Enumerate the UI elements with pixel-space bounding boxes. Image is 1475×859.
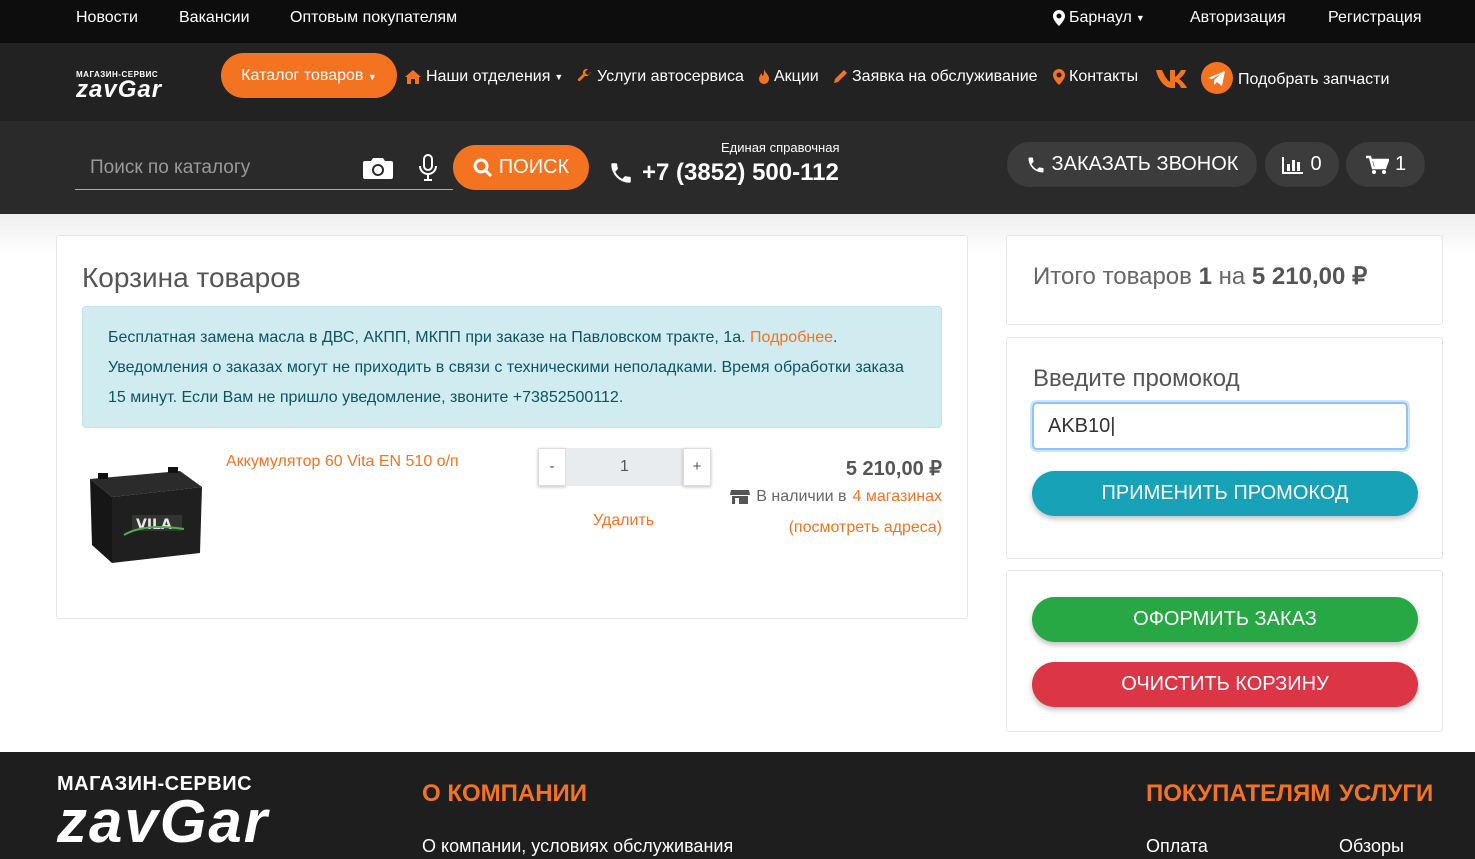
- promo-panel: Введите промокод AKB10| ПРИМЕНИТЬ ПРОМОК…: [1006, 337, 1443, 559]
- notice-text-1: Бесплатная замена масла в ДВС, АКПП, МКП…: [108, 329, 746, 346]
- fire-icon: [759, 69, 769, 84]
- actions-panel: ОФОРМИТЬ ЗАКАЗ ОЧИСТИТЬ КОРЗИНУ: [1006, 570, 1443, 732]
- home-icon: [405, 70, 421, 84]
- camera-icon[interactable]: [362, 156, 394, 180]
- chevron-down-icon: ▼: [554, 72, 564, 82]
- qty-plus-button[interactable]: +: [683, 448, 711, 486]
- qty-minus-button[interactable]: -: [538, 448, 566, 486]
- footer-logo[interactable]: МАГАЗИН-СЕРВИС zavGar: [57, 774, 270, 855]
- nav-contacts[interactable]: Контакты: [1053, 68, 1138, 86]
- nav-branches[interactable]: Наши отделения ▼: [404, 68, 563, 86]
- phone-number[interactable]: +7 (3852) 500-112: [608, 159, 839, 187]
- phone-icon: [1028, 157, 1044, 172]
- main-nav: МАГАЗИН-СЕРВИС zavGar Каталог товаров ▼ …: [0, 43, 1475, 121]
- search-icon: [473, 158, 492, 177]
- svg-text:VILA: VILA: [136, 517, 172, 533]
- total-prefix: Итого товаров: [1033, 263, 1192, 290]
- promo-code-input[interactable]: AKB10|: [1032, 402, 1408, 450]
- compare-button[interactable]: 0: [1265, 142, 1339, 187]
- footer-reviews-link[interactable]: Обзоры: [1339, 836, 1404, 857]
- phone-icon: [611, 163, 631, 183]
- footer: МАГАЗИН-СЕРВИС zavGar О КОМПАНИИ О компа…: [0, 752, 1475, 859]
- summary-panel: Итого товаров 1 на 5 210,00 ₽: [1006, 235, 1443, 325]
- total-sum: 5 210,00 ₽: [1251, 263, 1368, 290]
- register-link[interactable]: Регистрация: [1328, 9, 1422, 27]
- bar-chart-icon: [1282, 156, 1304, 174]
- footer-services-heading: УСЛУГИ: [1339, 780, 1434, 807]
- city-selector[interactable]: Барнаул ▼: [1053, 9, 1145, 27]
- search-input[interactable]: [75, 146, 355, 190]
- view-addresses-link[interactable]: (посмотреть адреса): [789, 519, 942, 537]
- footer-about-heading: О КОМПАНИИ: [422, 780, 588, 807]
- checkout-button[interactable]: ОФОРМИТЬ ЗАКАЗ: [1032, 597, 1418, 642]
- nav-service-request[interactable]: Заявка на обслуживание: [832, 68, 1038, 86]
- cart-panel: Корзина товаров Бесплатная замена масла …: [56, 235, 968, 619]
- cart-button[interactable]: 1: [1346, 142, 1425, 187]
- delete-item-link[interactable]: Удалить: [593, 512, 654, 530]
- telegram-icon[interactable]: [1201, 62, 1233, 94]
- wrench-icon: [577, 69, 591, 82]
- catalog-button[interactable]: Каталог товаров ▼: [221, 53, 397, 98]
- city-label: Барнаул: [1069, 9, 1132, 26]
- callback-button[interactable]: ЗАКАЗАТЬ ЗВОНОК: [1007, 142, 1257, 187]
- cart-icon: [1365, 155, 1389, 174]
- product-name-link[interactable]: Аккумулятор 60 Vita EN 510 о/п: [226, 453, 459, 471]
- jobs-link[interactable]: Вакансии: [179, 9, 250, 27]
- nav-service-request-label: Заявка на обслуживание: [852, 68, 1038, 85]
- promo-label: Введите промокод: [1033, 365, 1240, 392]
- stock-stores-link[interactable]: 4 магазинах: [853, 488, 942, 506]
- map-marker-icon: [1053, 10, 1065, 26]
- wholesale-link[interactable]: Оптовым покупателям: [290, 9, 457, 27]
- search-bar: ПОИСК Единая справочная +7 (3852) 500-11…: [0, 121, 1475, 214]
- nav-promo-label: Акции: [774, 68, 819, 85]
- search-field: [75, 146, 453, 190]
- stock-prefix: В наличии в: [756, 488, 847, 505]
- callback-label: ЗАКАЗАТЬ ЗВОНОК: [1051, 153, 1239, 175]
- qty-input[interactable]: 1: [566, 448, 683, 486]
- phone-number-label: +7 (3852) 500-112: [642, 159, 839, 186]
- quantity-stepper: - 1 +: [538, 448, 711, 486]
- nav-branches-label: Наши отделения: [426, 68, 551, 85]
- login-link[interactable]: Авторизация: [1190, 9, 1286, 27]
- catalog-label: Каталог товаров: [241, 67, 364, 84]
- top-bar: Новости Вакансии Оптовым покупателям Бар…: [0, 0, 1475, 43]
- apply-promo-button[interactable]: ПРИМЕНИТЬ ПРОМОКОД: [1032, 471, 1418, 516]
- search-button[interactable]: ПОИСК: [453, 145, 589, 190]
- cart-count: 1: [1394, 153, 1407, 175]
- compare-count: 0: [1310, 153, 1322, 175]
- chevron-down-icon: ▼: [1135, 13, 1145, 23]
- logo[interactable]: МАГАЗИН-СЕРВИС zavGar: [76, 71, 202, 103]
- item-price: 5 210,00 ₽: [845, 458, 942, 480]
- phone-caption: Единая справочная: [721, 140, 840, 155]
- nav-services[interactable]: Услуги автосервиса: [577, 68, 744, 86]
- nav-contacts-label: Контакты: [1069, 68, 1139, 85]
- footer-logo-wordmark: zavGar: [57, 788, 270, 855]
- total-count: 1: [1198, 263, 1212, 290]
- notice-more-link[interactable]: Подробнее: [750, 329, 833, 346]
- product-image[interactable]: VILA: [84, 457, 204, 567]
- notice-text-2: Уведомления о заказах могут не приходить…: [108, 359, 904, 406]
- total-mid: на: [1218, 263, 1246, 290]
- logo-wordmark: zavGar: [76, 76, 163, 103]
- stock-info: В наличии в 4 магазинах: [730, 488, 942, 506]
- cart-title: Корзина товаров: [82, 262, 301, 293]
- clear-cart-button[interactable]: ОЧИСТИТЬ КОРЗИНУ: [1032, 662, 1418, 707]
- nav-promo[interactable]: Акции: [758, 68, 819, 86]
- vk-icon[interactable]: [1154, 68, 1190, 90]
- news-link[interactable]: Новости: [76, 9, 138, 27]
- chevron-down-icon: ▼: [367, 72, 377, 82]
- microphone-icon[interactable]: [418, 154, 438, 182]
- notice-alert: Бесплатная замена масла в ДВС, АКПП, МКП…: [82, 306, 942, 428]
- store-icon: [730, 490, 751, 504]
- map-marker-icon: [1053, 69, 1065, 85]
- pencil-icon: [834, 70, 847, 83]
- nav-services-label: Услуги автосервиса: [597, 68, 744, 85]
- cart-total: Итого товаров 1 на 5 210,00 ₽: [1033, 262, 1367, 291]
- promo-code-value: AKB10: [1048, 415, 1111, 437]
- footer-about-link[interactable]: О компании, условиях обслуживания: [422, 836, 733, 857]
- search-button-label: ПОИСК: [498, 156, 570, 178]
- footer-payment-link[interactable]: Оплата: [1146, 836, 1208, 857]
- footer-buyers-heading: ПОКУПАТЕЛЯМ: [1146, 780, 1331, 807]
- parts-link[interactable]: Подобрать запчасти: [1238, 71, 1389, 89]
